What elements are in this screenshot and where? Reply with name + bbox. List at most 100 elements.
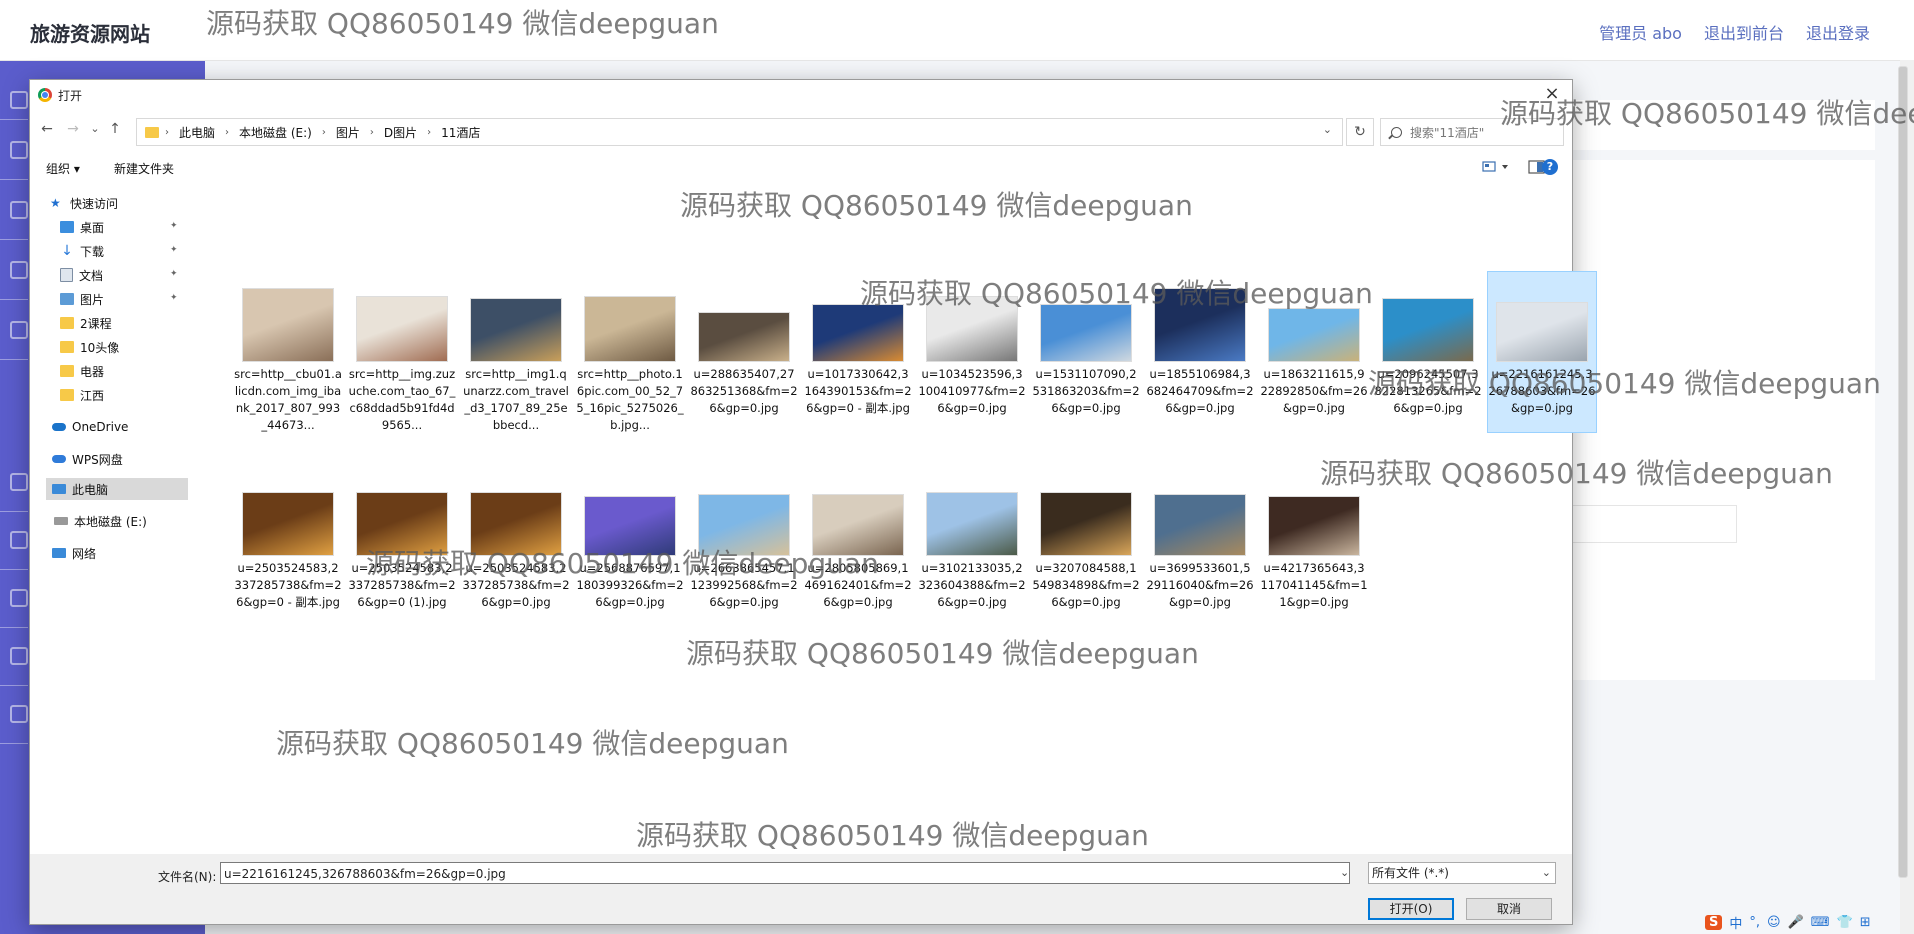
nav-item-folder-jiangxi[interactable]: 江西	[60, 384, 104, 406]
forward-arrow-icon[interactable]: →	[64, 120, 82, 138]
file-tile[interactable]: u=2663865457,1123992568&fm=26&gp=0.jpg	[690, 466, 798, 626]
file-tile[interactable]: u=3699533601,529116040&fm=26&gp=0.jpg	[1146, 466, 1254, 626]
keyboard-icon[interactable]: ⌨	[1811, 915, 1830, 930]
nav-item-label: 下载	[80, 244, 105, 259]
nav-item-drive-e[interactable]: 本地磁盘 (E:)	[54, 510, 147, 532]
exit-to-frontend-link[interactable]: 退出到前台	[1704, 20, 1784, 44]
organize-button[interactable]: 组织 ▾	[46, 160, 80, 177]
sidebar-menu-icon[interactable]	[10, 141, 28, 159]
emoji-icon[interactable]: ☺	[1767, 915, 1781, 930]
file-tile[interactable]: u=1034523596,3100410977&fm=26&gp=0.jpg	[918, 272, 1026, 432]
view-options-icon[interactable]	[1482, 159, 1512, 175]
open-button[interactable]: 打开(O)	[1368, 898, 1454, 920]
address-bar[interactable]: › 此电脑 › 本地磁盘 (E:) › 图片 › D图片 › 11酒店 ⌄	[136, 118, 1343, 146]
file-tile[interactable]: u=2096245507,3822813265&fm=26&gp=0.jpg	[1374, 272, 1482, 432]
file-tile[interactable]: u=1855106984,3682464709&fm=26&gp=0.jpg	[1146, 272, 1254, 432]
sidebar-menu-icon[interactable]	[10, 705, 28, 723]
logout-link[interactable]: 退出登录	[1806, 20, 1870, 44]
pin-icon[interactable]: ✦	[170, 245, 178, 255]
help-icon[interactable]: ?	[1542, 159, 1558, 175]
skin-icon[interactable]: 👕	[1837, 915, 1853, 930]
filename-dropdown-chevron-icon[interactable]: ⌄	[1340, 866, 1349, 879]
nav-item-quick-access[interactable]: ★ 快速访问	[50, 192, 118, 214]
scrollbar-thumb[interactable]	[1898, 66, 1908, 878]
navigation-pane: ★ 快速访问 桌面 ✦ ↓ 下载 ✦ 文档 ✦ 图片 ✦ 2课程 10头像 电器…	[30, 184, 188, 834]
nav-item-this-pc[interactable]: 此电脑	[46, 478, 188, 500]
sidebar-menu-icon[interactable]	[10, 473, 28, 491]
nav-item-folder-avatars[interactable]: 10头像	[60, 336, 119, 358]
nav-item-downloads[interactable]: ↓ 下载	[60, 240, 188, 262]
file-tile[interactable]: u=1531107090,2531863203&fm=26&gp=0.jpg	[1032, 272, 1140, 432]
sidebar-menu-icon[interactable]	[10, 321, 28, 339]
search-box[interactable]: 搜索"11酒店"	[1380, 118, 1564, 146]
file-type-select[interactable]: 所有文件 (*.*) ⌄	[1368, 862, 1556, 884]
nav-item-wps-drive[interactable]: WPS网盘	[52, 448, 123, 470]
file-name: u=2216161245,326788603&fm=26&gp=0.jpg	[1488, 367, 1596, 415]
image-thumbnail	[470, 492, 562, 556]
ime-toolbox-icon[interactable]: ⊞	[1860, 915, 1871, 930]
file-tile[interactable]: u=2568876597,1180399326&fm=26&gp=0.jpg	[576, 466, 684, 626]
dialog-close-button[interactable]: ×	[1542, 84, 1562, 104]
pin-icon[interactable]: ✦	[170, 221, 178, 231]
nav-item-pictures[interactable]: 图片	[60, 288, 188, 310]
sogou-ime-icon[interactable]: S	[1705, 914, 1723, 930]
breadcrumb-this-pc[interactable]: 此电脑	[179, 124, 215, 141]
sidebar-menu-icon[interactable]	[10, 589, 28, 607]
breadcrumb-d-pictures[interactable]: D图片	[384, 124, 417, 141]
content-header-card	[1560, 100, 1875, 150]
breadcrumb-pictures[interactable]: 图片	[336, 124, 360, 141]
nav-item-documents[interactable]: 文档	[60, 264, 188, 286]
breadcrumb-hotel-folder[interactable]: 11酒店	[441, 124, 480, 141]
page-scrollbar[interactable]	[1898, 60, 1914, 934]
file-tile[interactable]: src=http__img.zuzuche.com_tao_67_c68ddad…	[348, 272, 456, 432]
file-tile[interactable]: u=3207084588,1549834898&fm=26&gp=0.jpg	[1032, 466, 1140, 626]
ime-punctuation-toggle[interactable]: °,	[1749, 915, 1760, 930]
nav-item-folder-courses[interactable]: 2课程	[60, 312, 112, 334]
nav-item-folder-appliances[interactable]: 电器	[60, 360, 104, 382]
ime-chinese-toggle[interactable]: 中	[1729, 913, 1742, 932]
pin-icon[interactable]: ✦	[170, 293, 178, 303]
file-tile[interactable]: src=http__cbu01.alicdn.com_img_ibank_201…	[234, 272, 342, 432]
file-tile[interactable]: u=2216161245,326788603&fm=26&gp=0.jpg	[1487, 271, 1597, 433]
nav-item-label: OneDrive	[72, 420, 129, 434]
nav-item-desktop[interactable]: 桌面	[60, 216, 188, 238]
refresh-icon[interactable]: ↻	[1346, 118, 1374, 146]
recent-locations-chevron-icon[interactable]: ⌄	[86, 120, 104, 138]
search-placeholder: 搜索"11酒店"	[1410, 125, 1485, 140]
pin-icon[interactable]: ✦	[170, 269, 178, 279]
image-thumbnail	[1268, 496, 1360, 556]
file-tile[interactable]: u=1017330642,3164390153&fm=26&gp=0 - 副本.…	[804, 272, 912, 432]
cloud-icon	[52, 455, 66, 463]
filename-input[interactable]: u=2216161245,326788603&fm=26&gp=0.jpg	[220, 862, 1350, 884]
file-tile[interactable]: u=4217365643,3117041145&fm=11&gp=0.jpg	[1260, 466, 1368, 626]
breadcrumb-drive-e[interactable]: 本地磁盘 (E:)	[239, 124, 312, 141]
new-folder-button[interactable]: 新建文件夹	[114, 160, 174, 177]
sidebar-menu-icon[interactable]	[10, 531, 28, 549]
file-tile[interactable]: u=1863211615,922892850&fm=26&gp=0.jpg	[1260, 272, 1368, 432]
file-tile[interactable]: u=3102133035,2323604388&fm=26&gp=0.jpg	[918, 466, 1026, 626]
file-tile[interactable]: src=http__img1.qunarzz.com_travel_d3_170…	[462, 272, 570, 432]
up-arrow-icon[interactable]: ↑	[106, 120, 124, 138]
star-icon: ★	[50, 196, 61, 210]
file-tile[interactable]: u=2805805869,1469162401&fm=26&gp=0.jpg	[804, 466, 912, 626]
address-dropdown-chevron-icon[interactable]: ⌄	[1323, 123, 1332, 136]
command-bar: 组织 ▾ 新建文件夹 ?	[30, 152, 1572, 182]
file-tile[interactable]: u=2503524583,2337285738&fm=26&gp=0 (1).j…	[348, 466, 456, 626]
nav-item-network[interactable]: 网络	[52, 542, 96, 564]
back-arrow-icon[interactable]: ←	[38, 120, 56, 138]
sidebar-menu-icon[interactable]	[10, 647, 28, 665]
sidebar-menu-icon[interactable]	[10, 91, 28, 109]
form-input-field[interactable]	[1570, 505, 1737, 543]
sidebar-menu-icon[interactable]	[10, 201, 28, 219]
image-thumbnail	[926, 492, 1018, 556]
file-tile[interactable]: u=2503524583,2337285738&fm=26&gp=0 - 副本.…	[234, 466, 342, 626]
admin-user-link[interactable]: 管理员 abo	[1599, 20, 1682, 44]
microphone-icon[interactable]: 🎤	[1788, 915, 1804, 930]
file-tile[interactable]: u=2503524583,2337285738&fm=26&gp=0.jpg	[462, 466, 570, 626]
sidebar-menu-icon[interactable]	[10, 261, 28, 279]
cancel-button[interactable]: 取消	[1466, 898, 1552, 920]
nav-item-onedrive[interactable]: OneDrive	[52, 416, 128, 438]
file-tile[interactable]: u=288635407,27863251368&fm=26&gp=0.jpg	[690, 272, 798, 432]
nav-item-label: 10头像	[80, 340, 120, 355]
file-tile[interactable]: src=http__photo.16pic.com_00_52_75_16pic…	[576, 272, 684, 432]
